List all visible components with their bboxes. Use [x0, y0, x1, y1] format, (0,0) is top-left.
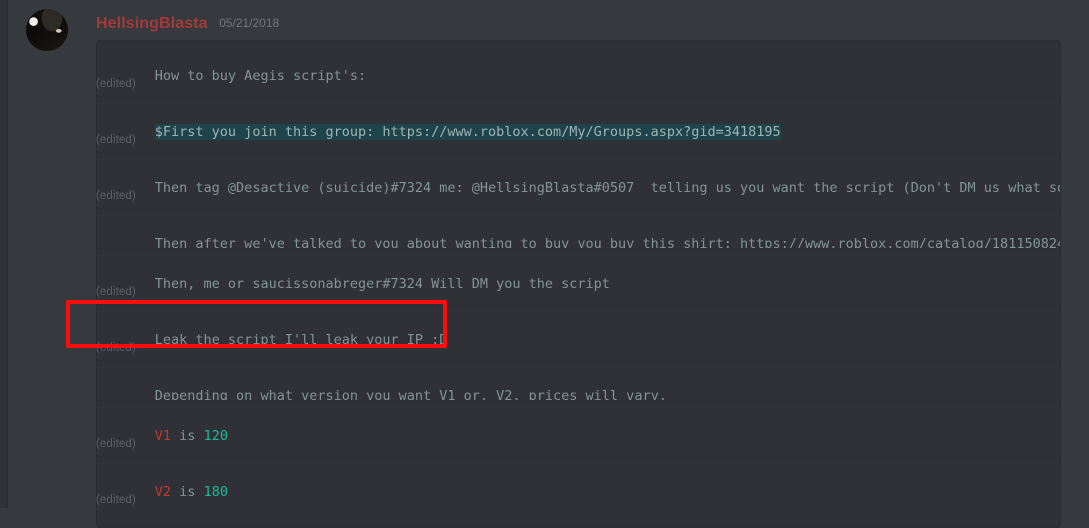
edited-label-9: (edited) — [96, 494, 136, 506]
message-token-verb: is — [171, 428, 204, 444]
edited-label-1: (edited) — [96, 78, 136, 90]
message-text: Then, me or saucissonabreger#7324 Will D… — [154, 276, 610, 292]
edited-label-5: (edited) — [96, 286, 136, 298]
channel-list-divider — [7, 0, 8, 508]
edited-label-8: (edited) — [96, 438, 136, 450]
message-text: How to buy Aegis script's: — [154, 68, 367, 84]
message-group: HellsingBlasta 05/21/2018 How to buy Aeg… — [8, 0, 1089, 528]
discord-chat-view: HellsingBlasta 05/21/2018 How to buy Aeg… — [0, 0, 1089, 528]
message-token-version: V1 — [154, 428, 172, 444]
message-header: HellsingBlasta 05/21/2018 — [96, 16, 279, 32]
edited-label-2: (edited) — [96, 134, 136, 146]
user-avatar[interactable] — [26, 9, 68, 51]
message-timestamp: 05/21/2018 — [219, 16, 280, 30]
message-text: Leak the script I'll leak your IP :D — [154, 332, 448, 348]
edited-label-6: (edited) — [96, 342, 136, 354]
message-text: Then tag @Desactive (suicide)#7324 me: @… — [154, 180, 1061, 196]
channel-list-edge — [0, 0, 7, 508]
username[interactable]: HellsingBlasta — [96, 15, 208, 32]
avatar-image — [26, 9, 68, 51]
message-block-9[interactable]: V2 is 180 — [96, 456, 1061, 528]
message-token-version: V2 — [154, 484, 172, 500]
message-token-price: 120 — [203, 428, 228, 444]
edited-label-3: (edited) — [96, 190, 136, 202]
message-token-price: 180 — [203, 484, 228, 500]
message-token-verb: is — [171, 484, 204, 500]
message-text: $First you join this group: https://www.… — [154, 124, 781, 140]
